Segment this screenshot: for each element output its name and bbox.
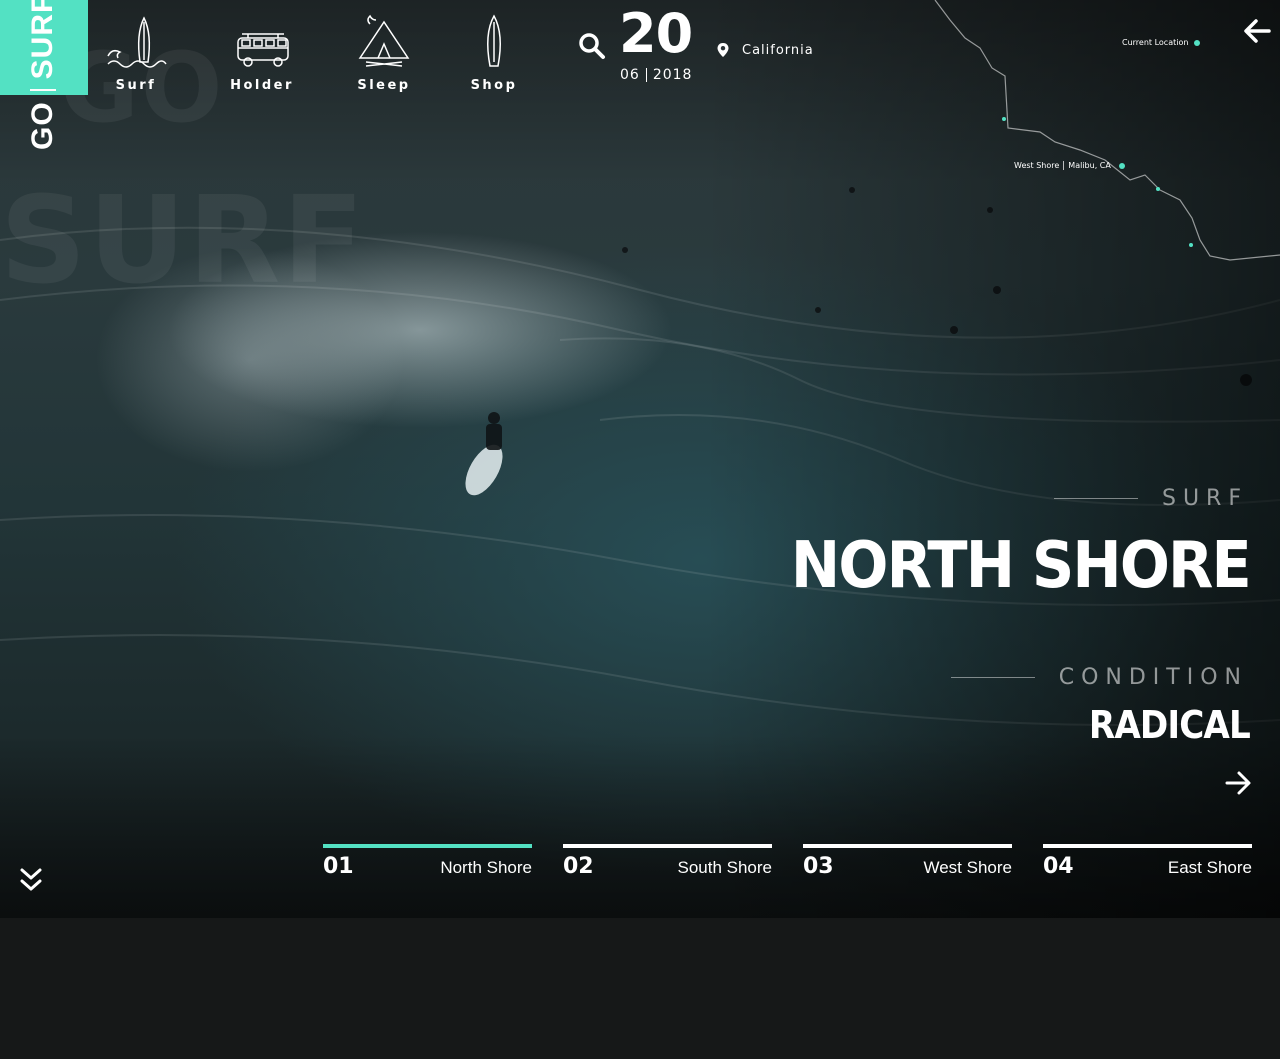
scroll-down-button[interactable] [19,866,43,898]
location-name: California [742,42,814,58]
date-month: 06 [620,67,640,83]
location-pin-icon [717,43,729,57]
map-marker[interactable] [1189,243,1193,247]
tab-west-shore[interactable]: 03 West Shore [803,844,1012,879]
tab-label: West Shore [923,858,1012,877]
nav-item-sleep[interactable]: Sleep [352,14,416,93]
date-month-year: 06 2018 [620,67,692,83]
tab-indicator [1043,844,1252,848]
search-icon [579,33,605,59]
kicker-line [1053,498,1138,499]
background-word-surf: SURF [0,172,367,311]
nav-label: Holder [230,78,294,93]
logo-go: GO [26,101,59,150]
tab-number: 02 [563,854,594,879]
tab-label: South Shore [677,858,772,877]
shore-location-dot [1118,162,1125,169]
nav-item-surf[interactable]: Surf [104,14,168,93]
surfboard-icon [487,14,501,67]
tab-label: East Shore [1167,858,1252,877]
condition-label-row: CONDITION [950,665,1248,690]
van-icon [237,33,289,67]
tab-north-shore[interactable]: 01 North Shore [323,844,532,879]
arrow-right-icon [1225,771,1251,795]
hero-kicker-row: SURF [1053,486,1248,511]
current-location-label: Current Location [1122,38,1189,47]
shore-location-marker[interactable]: West Shore Malibu, CA [1014,161,1125,170]
tent-campfire-icon [358,14,410,67]
tab-number: 03 [803,854,834,879]
chevron-double-down-icon [20,868,42,891]
next-button[interactable] [1224,770,1252,800]
nav-label: Shop [470,78,518,93]
tab-indicator [563,844,772,848]
logo[interactable]: GO SURF [26,0,60,150]
arrow-left-icon [1244,19,1271,43]
tab-indicator [803,844,1012,848]
condition-label: CONDITION [1058,665,1248,690]
search-button[interactable] [578,32,606,64]
shore-location-shore: West Shore [1014,161,1060,170]
tab-label: North Shore [440,858,532,877]
condition-line [950,677,1035,678]
nav-label: Surf [115,78,157,93]
surfboard-wave-icon [107,16,167,68]
logo-divider [30,89,56,92]
date-year: 2018 [652,67,693,83]
nav-label: Sleep [357,78,411,93]
map-marker[interactable] [1156,187,1160,191]
logo-surf: SURF [26,0,59,80]
tab-east-shore[interactable]: 04 East Shore [1043,844,1252,879]
date-day: 20 [619,2,693,65]
hero-kicker: SURF [1161,486,1248,511]
date-divider [645,68,647,82]
tab-number: 01 [323,854,354,879]
current-location-dot [1194,39,1201,46]
nav-item-holder[interactable]: Holder [230,14,294,93]
condition-value: RADICAL [1089,703,1251,747]
back-button[interactable] [1243,18,1271,48]
tab-indicator [323,844,532,848]
hero-title: NORTH SHORE [790,529,1252,603]
shore-location-divider [1063,161,1065,170]
tab-south-shore[interactable]: 02 South Shore [563,844,772,879]
coast-map [934,0,1280,261]
tab-number: 04 [1043,854,1074,879]
nav-item-shop[interactable]: Shop [470,14,518,93]
map-marker[interactable] [1002,117,1006,121]
location-selector[interactable]: California [716,42,814,58]
shore-location-place: Malibu, CA [1068,161,1111,170]
current-location-marker[interactable]: Current Location [1122,38,1201,47]
shore-tabs: 01 North Shore 02 South Shore 03 West Sh… [323,844,1252,879]
